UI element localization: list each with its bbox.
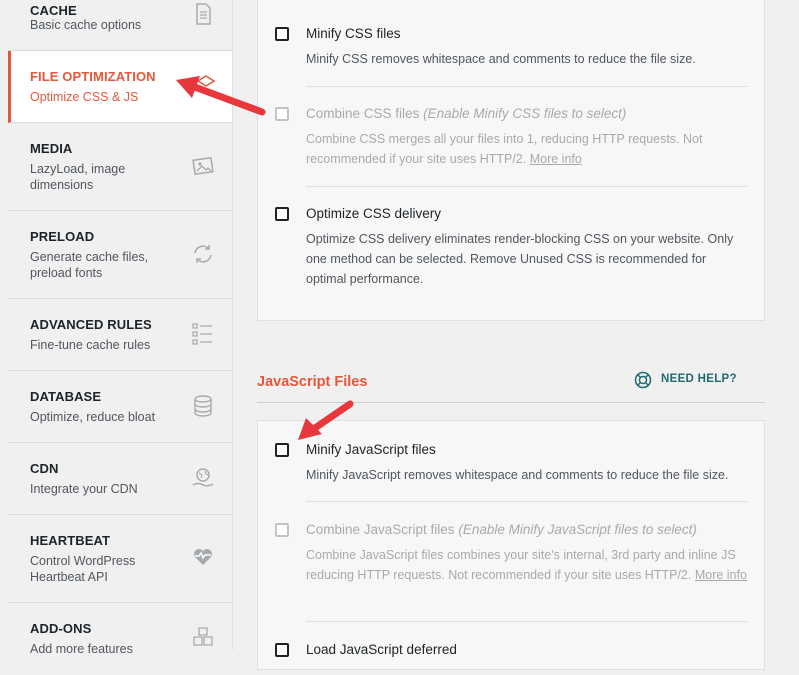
divider [306,621,748,622]
optimize-css-delivery-label[interactable]: Optimize CSS delivery [306,206,441,221]
optimize-css-delivery-checkbox[interactable] [275,207,289,221]
lifebuoy-icon [634,371,652,389]
sidebar-item-desc: LazyLoad, image dimensions [30,162,126,192]
document-icon [196,3,211,25]
globe-hand-icon [192,468,214,487]
sidebar-item-title: PRELOAD [30,229,95,244]
divider [306,501,748,502]
sidebar-item-desc: Optimize, reduce bloat [30,410,156,424]
checklist-icon [192,323,212,345]
sidebar-item-desc: Optimize CSS & JS [30,90,139,104]
settings-main: Minify CSS files Minify CSS removes whit… [233,0,799,670]
javascript-files-card: Minify JavaScript files Minify JavaScrip… [257,420,765,670]
need-help-label: NEED HELP? [661,373,737,385]
cubes-icon [193,627,213,646]
sidebar-item-title: FILE OPTIMIZATION [30,69,156,84]
sidebar-item-desc: Add more features [30,642,133,656]
defer-js-checkbox[interactable] [275,643,289,657]
sidebar-item-desc: Basic cache options [30,18,142,32]
sidebar-item-desc: Integrate your CDN [30,482,138,496]
sidebar-item-cache[interactable]: CACHE Basic cache options [8,0,232,51]
sidebar-item-title: HEARTBEAT [30,533,111,548]
minify-js-label[interactable]: Minify JavaScript files [306,442,436,457]
sidebar-item-file-optimization[interactable]: FILE OPTIMIZATION Optimize CSS & JS [8,51,232,123]
javascript-files-heading: JavaScript Files [257,374,368,390]
combine-css-checkbox[interactable] [275,107,289,121]
need-help-link[interactable]: NEED HELP? [634,371,737,389]
sidebar-item-media[interactable]: MEDIA LazyLoad, image dimensions [8,123,232,211]
combine-css-note: (Enable Minify CSS files to select) [423,106,627,121]
sidebar-item-desc: Control WordPress Heartbeat API [30,554,136,584]
sidebar-item-title: CDN [30,461,59,476]
layers-icon [196,75,216,87]
heartbeat-icon [194,549,212,565]
combine-css-description: Combine CSS merges all your files into 1… [306,132,703,166]
combine-css-more-info-link[interactable]: More info [530,152,582,166]
sidebar-item-heartbeat[interactable]: HEARTBEAT Control WordPress Heartbeat AP… [8,515,232,603]
minify-css-checkbox[interactable] [275,27,289,41]
sidebar-item-desc: Generate cache files, preload fonts [30,250,149,280]
sidebar-item-advanced-rules[interactable]: ADVANCED RULES Fine-tune cache rules [8,299,232,371]
combine-js-more-info-link[interactable]: More info [695,568,747,582]
css-files-card: Minify CSS files Minify CSS removes whit… [257,0,765,321]
settings-sidebar: CACHE Basic cache options FILE OPTIMIZAT… [0,0,233,656]
sidebar-item-desc: Fine-tune cache rules [30,338,151,352]
combine-js-description: Combine JavaScript files combines your s… [306,548,747,582]
minify-css-description: Minify CSS removes whitespace and commen… [306,52,696,66]
sidebar-item-add-ons[interactable]: ADD-ONS Add more features [8,603,232,675]
sidebar-item-title: ADD-ONS [30,621,92,636]
sidebar-item-cdn[interactable]: CDN Integrate your CDN [8,443,232,515]
sidebar-item-title: CACHE [30,3,77,18]
minify-css-label[interactable]: Minify CSS files [306,26,401,41]
section-divider [257,402,765,403]
sidebar-item-title: ADVANCED RULES [30,317,152,332]
divider [306,186,748,187]
database-icon [194,395,212,417]
combine-js-checkbox[interactable] [275,523,289,537]
sidebar-item-preload[interactable]: PRELOAD Generate cache files, preload fo… [8,211,232,299]
refresh-icon [194,245,212,263]
image-icon [192,156,214,176]
sidebar-item-title: MEDIA [30,141,73,156]
optimize-css-delivery-description: Optimize CSS delivery eliminates render-… [306,232,734,286]
minify-js-description: Minify JavaScript removes whitespace and… [306,468,729,482]
combine-js-note: (Enable Minify JavaScript files to selec… [458,522,697,537]
divider [306,86,748,87]
sidebar-item-title: DATABASE [30,389,102,404]
combine-css-label: Combine CSS files (Enable Minify CSS fil… [306,106,627,121]
combine-js-label: Combine JavaScript files (Enable Minify … [306,522,697,537]
minify-js-checkbox[interactable] [275,443,289,457]
sidebar-item-database[interactable]: DATABASE Optimize, reduce bloat [8,371,232,443]
